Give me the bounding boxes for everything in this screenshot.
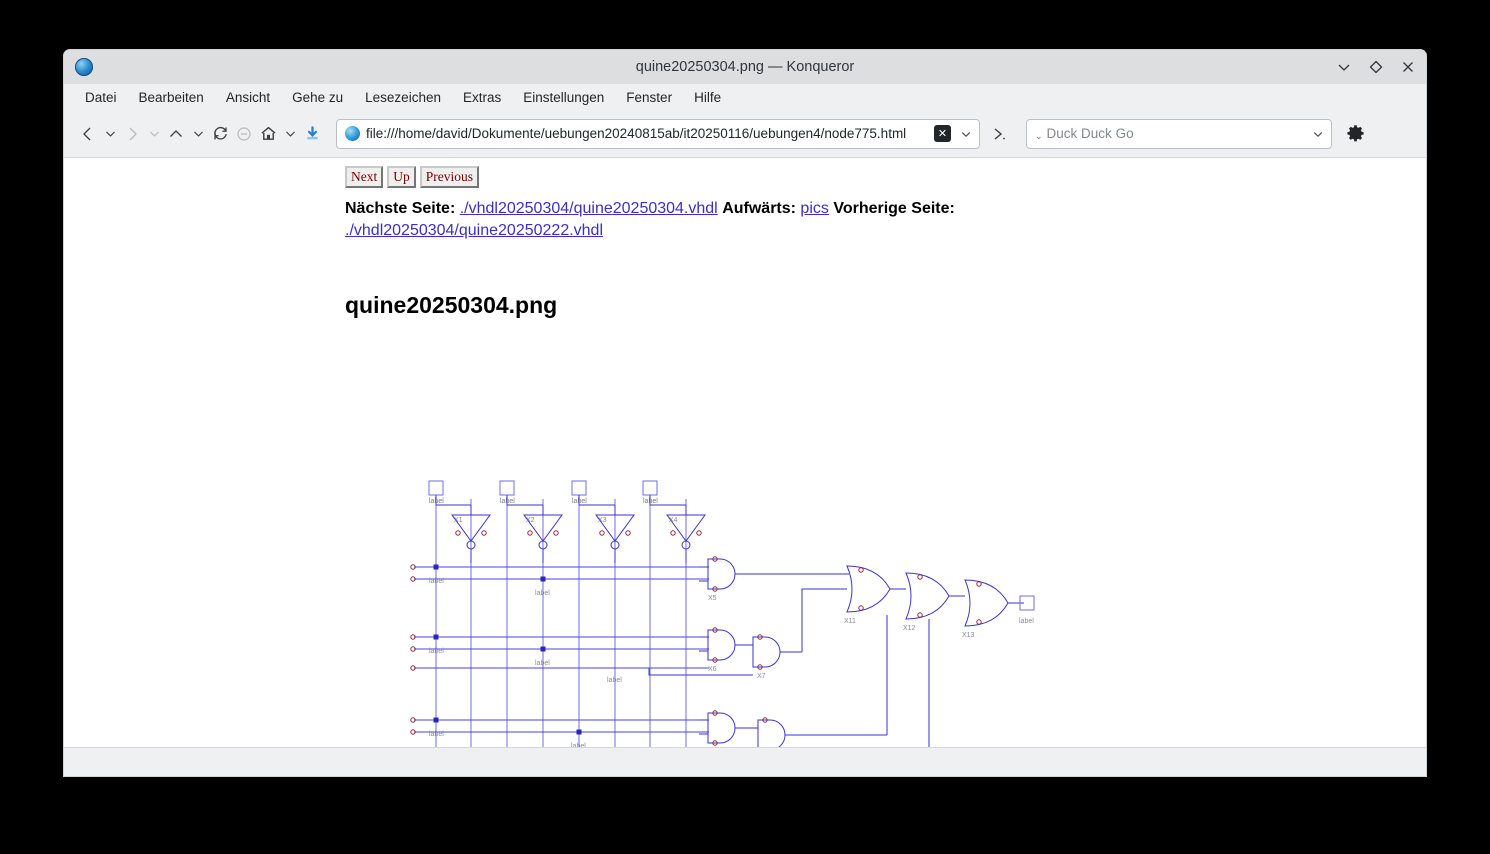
doc-nav-line: Nächste Seite: ./vhdl20250304/quine20250… xyxy=(345,198,1145,242)
forward-history-chevron-down-icon xyxy=(144,120,164,148)
menu-gehe-zu[interactable]: Gehe zu xyxy=(281,87,354,108)
url-chevron-down-icon[interactable] xyxy=(957,128,975,140)
search-input[interactable]: Duck Duck Go xyxy=(1047,126,1305,141)
page-title: quine20250304.png xyxy=(345,292,1426,319)
url-bar[interactable]: file:///home/david/Dokumente/uebungen202… xyxy=(336,119,980,149)
next-page-label: Nächste Seite: xyxy=(345,200,455,217)
gate-label-x4: X4 xyxy=(669,517,678,524)
globe-icon xyxy=(345,126,360,141)
chevron-down-icon[interactable] xyxy=(1336,59,1352,75)
menu-fenster[interactable]: Fenster xyxy=(615,87,683,108)
stop-icon xyxy=(232,120,256,148)
home-icon[interactable] xyxy=(256,120,280,148)
next-button[interactable]: Next xyxy=(345,166,383,188)
wire-label: label xyxy=(571,743,586,747)
gear-icon[interactable] xyxy=(1344,123,1366,145)
gate-label-x13: X13 xyxy=(962,632,975,639)
top-port-label: label xyxy=(429,498,444,505)
logic-schematic-svg: label label label label X1 X2 X3 X4 X5 X… xyxy=(409,423,1049,747)
menu-einstellungen[interactable]: Einstellungen xyxy=(512,87,615,108)
window-title: quine20250304.png — Konqueror xyxy=(64,59,1426,75)
menu-extras[interactable]: Extras xyxy=(452,87,512,108)
wire-label: label xyxy=(535,660,550,667)
close-icon[interactable] xyxy=(1400,59,1416,75)
back-arrow-icon[interactable] xyxy=(76,120,100,148)
menu-lesezeichen[interactable]: Lesezeichen xyxy=(354,87,452,108)
back-history-chevron-down-icon[interactable] xyxy=(100,120,120,148)
horizontal-scrollbar[interactable] xyxy=(844,746,1426,747)
previous-button[interactable]: Previous xyxy=(420,166,479,188)
up-button[interactable]: Up xyxy=(387,166,416,188)
gate-label-x5: X5 xyxy=(708,595,717,602)
reload-icon[interactable] xyxy=(208,120,232,148)
output-port-label: label xyxy=(1019,618,1034,625)
wire-label: label xyxy=(429,578,444,585)
top-port-label: label xyxy=(500,498,515,505)
menu-hilfe[interactable]: Hilfe xyxy=(683,87,732,108)
menu-ansicht[interactable]: Ansicht xyxy=(215,87,281,108)
gate-label-x12: X12 xyxy=(903,625,916,632)
gate-label-x11: X11 xyxy=(844,618,856,625)
window-controls xyxy=(1336,59,1416,75)
konqueror-globe-icon xyxy=(75,58,93,76)
search-engine-chevron-icon: ⌄ xyxy=(1035,131,1043,142)
diamond-icon[interactable] xyxy=(1368,59,1384,75)
wire-label: label xyxy=(429,648,444,655)
shell-prompt-icon[interactable] xyxy=(988,120,1012,148)
top-port-label: label xyxy=(572,498,587,505)
menu-bearbeiten[interactable]: Bearbeiten xyxy=(128,87,215,108)
url-input[interactable]: file:///home/david/Dokumente/uebungen202… xyxy=(366,126,928,141)
clear-x-icon[interactable]: ✕ xyxy=(934,125,951,142)
forward-arrow-icon xyxy=(120,120,144,148)
html-document: Next Up Previous Nächste Seite: ./vhdl20… xyxy=(64,158,1426,747)
home-chevron-down-icon[interactable] xyxy=(280,120,300,148)
up-label: Aufwärts: xyxy=(722,200,796,217)
wire-label: label xyxy=(429,731,444,738)
up-link[interactable]: pics xyxy=(800,200,828,217)
status-bar xyxy=(64,747,1426,776)
next-page-link[interactable]: ./vhdl20250304/quine20250304.vhdl xyxy=(460,200,718,217)
search-chevron-down-icon[interactable] xyxy=(1309,128,1327,140)
wire-label: label xyxy=(607,677,622,684)
doc-nav-buttons: Next Up Previous xyxy=(345,166,1426,188)
title-bar: quine20250304.png — Konqueror xyxy=(64,50,1426,84)
page-viewport[interactable]: Next Up Previous Nächste Seite: ./vhdl20… xyxy=(64,158,1426,747)
gate-label-x6: X6 xyxy=(708,666,717,673)
previous-page-link[interactable]: ./vhdl20250304/quine20250222.vhdl xyxy=(345,222,603,239)
up-history-chevron-down-icon[interactable] xyxy=(188,120,208,148)
search-bar[interactable]: ⌄ Duck Duck Go xyxy=(1026,119,1332,149)
previous-page-label: Vorherige Seite: xyxy=(833,200,955,217)
chevron-up-icon[interactable] xyxy=(164,120,188,148)
download-icon[interactable] xyxy=(300,120,324,148)
gate-label-x2: X2 xyxy=(526,517,535,524)
gate-label-x1: X1 xyxy=(454,517,463,524)
schematic-image[interactable]: label label label label X1 X2 X3 X4 X5 X… xyxy=(409,423,1049,747)
menu-datei[interactable]: Datei xyxy=(74,87,128,108)
gate-label-x3: X3 xyxy=(598,517,607,524)
konqueror-window: quine20250304.png — Konqueror Datei Bear… xyxy=(64,50,1426,776)
menu-bar: Datei Bearbeiten Ansicht Gehe zu Lesezei… xyxy=(64,84,1426,110)
top-port-label: label xyxy=(643,498,658,505)
wire-label: label xyxy=(535,590,550,597)
main-toolbar: file:///home/david/Dokumente/uebungen202… xyxy=(64,110,1426,158)
gate-label-x7: X7 xyxy=(757,673,766,680)
